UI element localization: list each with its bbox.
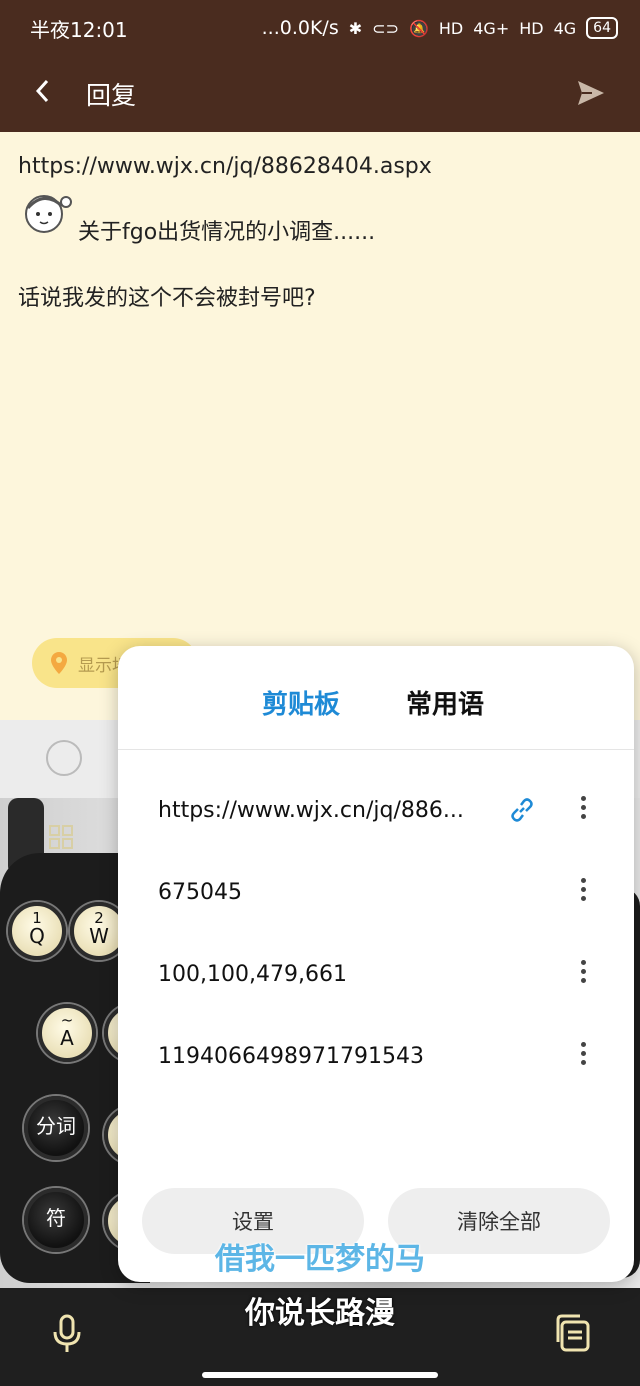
key-q[interactable]: 1Q (8, 902, 66, 960)
signal-icon-2: 4G (553, 18, 577, 38)
more-icon[interactable] (578, 874, 588, 910)
more-icon[interactable] (578, 792, 588, 828)
link-icon[interactable] (508, 796, 536, 824)
clipboard-panel: 剪贴板 常用语 https://www.wjx.cn/jq/886... 675… (118, 646, 634, 1282)
panel-tabs: 剪贴板 常用语 (118, 646, 634, 750)
status-icons: ...0.0K/s ✱ ⊂⊃ 🔕 HD 4G+ HD 4G 64 (262, 17, 618, 39)
tab-clipboard[interactable]: 剪贴板 (262, 684, 340, 721)
segment-key[interactable]: 分词 (24, 1096, 88, 1160)
status-time: 半夜12:01 (30, 17, 128, 42)
status-bar: 半夜12:01 ...0.0K/s ✱ ⊂⊃ 🔕 HD 4G+ HD 4G 64 (0, 0, 640, 56)
compose-area[interactable]: https://www.wjx.cn/jq/88628404.aspx 关于fg… (0, 132, 640, 720)
send-icon[interactable] (576, 78, 606, 108)
page-title: 回复 (86, 81, 137, 110)
subtitle-line-1: 借我一匹梦的马 (215, 1242, 425, 1277)
mute-bell-icon: 🔕 (408, 18, 429, 38)
more-icon[interactable] (578, 956, 588, 992)
sticker-icon (25, 195, 72, 233)
battery-icon: 64 (586, 17, 618, 39)
grid-icon[interactable] (48, 824, 74, 850)
tab-phrases[interactable]: 常用语 (406, 684, 484, 721)
hd-icon-2: HD (519, 18, 544, 38)
key-a[interactable]: ~ A (38, 1004, 96, 1062)
app-bar: 回复 (0, 56, 640, 132)
compose-text-line2: 关于fgo出货情况的小调查...... (78, 220, 376, 245)
clipboard-item-text: 1194066498971791543 (158, 1043, 424, 1069)
compose-link-line: https://www.wjx.cn/jq/88628404.aspx (18, 154, 432, 179)
clipboard-item-text: 675045 (158, 879, 242, 905)
clipboard-item[interactable]: https://www.wjx.cn/jq/886... (158, 780, 594, 840)
subtitle-line-2: 你说长路漫 (245, 1296, 395, 1331)
bluetooth-icon: ✱ (348, 18, 363, 38)
clipboard-item[interactable]: 100,100,479,661 (158, 944, 594, 1004)
emoji-icon[interactable] (46, 740, 82, 776)
net-speed: ...0.0K/s (261, 17, 339, 39)
location-pin-icon (51, 652, 67, 674)
compose-text-line3: 话说我发的这个不会被封号吧? (18, 286, 316, 311)
chevron-left-icon (35, 79, 49, 103)
clipboard-item[interactable]: 675045 (158, 862, 594, 922)
signal-icon: 4G+ (473, 18, 510, 38)
back-button[interactable] (0, 77, 86, 111)
more-icon[interactable] (578, 1038, 588, 1074)
home-indicator[interactable] (202, 1372, 438, 1378)
toggle-icon: ⊂⊃ (372, 18, 399, 38)
clipboard-item-text: 100,100,479,661 (158, 961, 347, 987)
clipboard-item-text: https://www.wjx.cn/jq/886... (158, 797, 464, 823)
hd-icon: HD (438, 18, 464, 38)
clipboard-item[interactable]: 1194066498971791543 (158, 1026, 594, 1086)
